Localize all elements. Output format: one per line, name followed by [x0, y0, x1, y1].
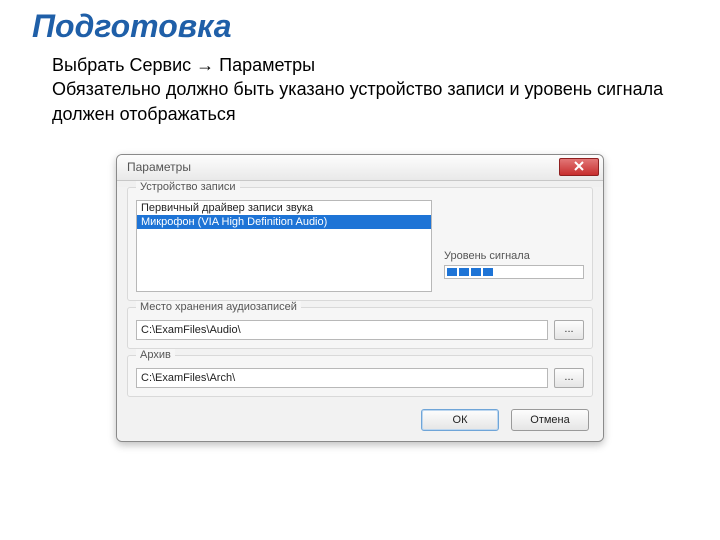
instruction-line-1: Выбрать Сервис → Параметры: [52, 53, 690, 77]
recording-device-label: Устройство записи: [136, 181, 240, 193]
storage-path-label: Место хранения аудиозаписей: [136, 301, 301, 313]
signal-segment: [447, 268, 457, 276]
storage-path-group: Место хранения аудиозаписей ...: [127, 307, 593, 349]
instruction-line-2: Обязательно должно быть указано устройст…: [52, 77, 690, 126]
storage-path-input[interactable]: [136, 320, 548, 340]
cancel-button[interactable]: Отмена: [511, 409, 589, 431]
device-option-primary[interactable]: Первичный драйвер записи звука: [137, 201, 431, 215]
ok-button[interactable]: ОК: [421, 409, 499, 431]
dialog-footer: ОК Отмена: [117, 401, 603, 441]
parameters-dialog: Параметры Устройство записи Первичный др…: [116, 154, 604, 442]
dialog-titlebar[interactable]: Параметры: [117, 155, 603, 181]
close-button[interactable]: [559, 158, 599, 176]
slide-title: Подготовка: [0, 0, 720, 49]
recording-device-group: Устройство записи Первичный драйвер запи…: [127, 187, 593, 301]
browse-storage-button[interactable]: ...: [554, 320, 584, 340]
browse-archive-button[interactable]: ...: [554, 368, 584, 388]
signal-level-label: Уровень сигнала: [444, 250, 584, 262]
device-listbox[interactable]: Первичный драйвер записи звука Микрофон …: [136, 200, 432, 292]
signal-segment: [471, 268, 481, 276]
device-option-microphone[interactable]: Микрофон (VIA High Definition Audio): [137, 215, 431, 229]
close-icon: [574, 160, 584, 174]
dialog-title: Параметры: [127, 160, 191, 174]
signal-segment: [483, 268, 493, 276]
archive-path-label: Архив: [136, 349, 175, 361]
signal-segment: [459, 268, 469, 276]
archive-path-group: Архив ...: [127, 355, 593, 397]
slide-instructions: Выбрать Сервис → Параметры Обязательно д…: [0, 49, 720, 126]
archive-path-input[interactable]: [136, 368, 548, 388]
signal-level-meter: [444, 265, 584, 279]
